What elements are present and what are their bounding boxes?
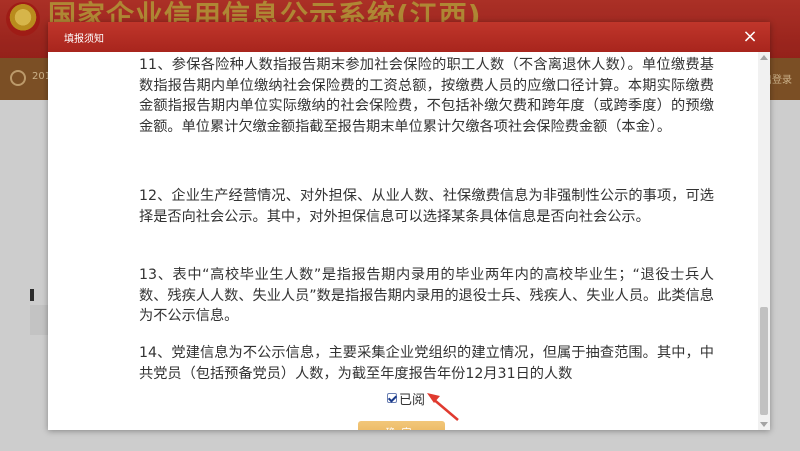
scroll-down-icon[interactable] [760, 422, 768, 427]
acknowledge-checkbox[interactable] [387, 393, 397, 403]
close-button[interactable]: × [740, 27, 760, 47]
instruction-item-12: 12、企业生产经营情况、对外担保、从业人数、社保缴费信息为非强制性公示的事项，可… [139, 188, 714, 225]
scroll-thumb[interactable] [760, 307, 768, 415]
confirm-button[interactable]: 确定 [358, 421, 445, 430]
instruction-item-14: 14、党建信息为不公示信息，主要采集企业党组织的建立情况，但属于抽查范围。其中，… [139, 345, 714, 382]
acknowledge-label[interactable]: 已阅 [399, 389, 425, 408]
dialog-title: 填报须知 [64, 34, 104, 45]
instruction-item-11: 11、参保各险种人数指报告期末参加社会保险的职工人数（不含离退休人数）。单位缴费… [139, 57, 714, 135]
instructions-dialog: 填报须知 × 11、参保各险种人数指报告期末参加社会保险的职工人数（不含离退休人… [48, 22, 770, 430]
dialog-body: 11、参保各险种人数指报告期末参加社会保险的职工人数（不含离退休人数）。单位缴费… [48, 52, 758, 430]
instruction-item-13: 13、表中“高校毕业生人数”是指报告期内录用的毕业两年内的高校毕业生；“退役士兵… [139, 267, 714, 324]
acknowledge-row[interactable]: 已阅 [387, 389, 425, 408]
dialog-header: 填报须知 × [48, 22, 770, 52]
scroll-up-icon[interactable] [760, 55, 768, 60]
dialog-scrollbar[interactable] [758, 52, 770, 430]
